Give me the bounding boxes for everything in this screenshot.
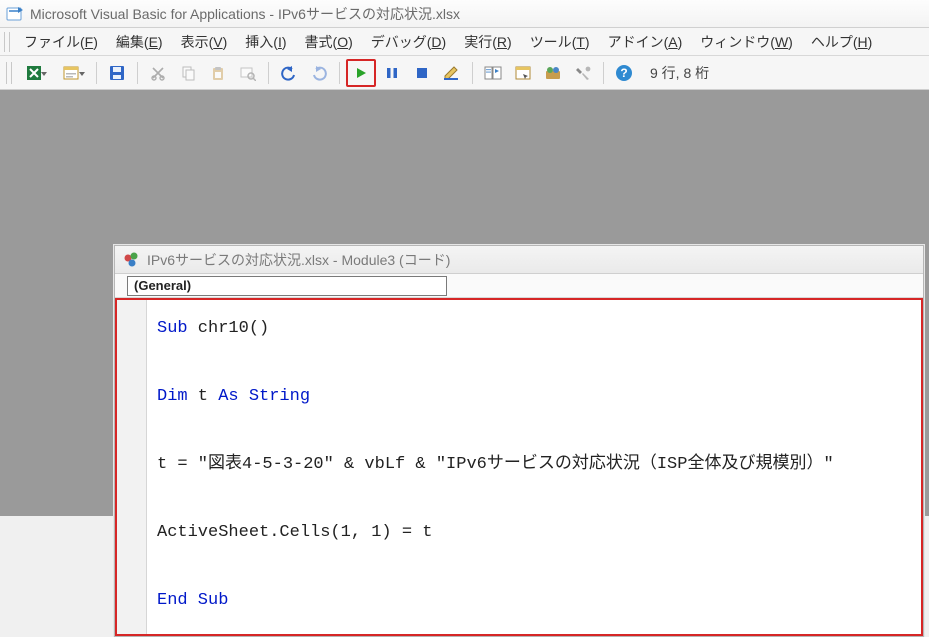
toolbox-button[interactable] (569, 60, 597, 86)
code-editor[interactable]: Sub chr10() Dim t As String t = "図表4-5-3… (115, 298, 923, 636)
paste-button[interactable] (204, 60, 232, 86)
reset-button[interactable] (408, 60, 436, 86)
title-bar: Microsoft Visual Basic for Applications … (0, 0, 929, 28)
project-explorer-button[interactable] (479, 60, 507, 86)
menu-bar: ファイル(F) 編集(E) 表示(V) 挿入(I) 書式(O) デバッグ(D) … (0, 28, 929, 56)
mdi-area: IPv6サービスの対応状況.xlsx - Module3 (コード) (Gene… (0, 90, 929, 516)
object-browser-button[interactable] (539, 60, 567, 86)
properties-window-button[interactable] (509, 60, 537, 86)
menu-debug[interactable]: デバッグ(D) (363, 28, 454, 56)
cursor-position: 9 行, 8 桁 (650, 63, 709, 83)
toolbar-separator (268, 62, 269, 84)
code-window-titlebar[interactable]: IPv6サービスの対応状況.xlsx - Module3 (コード) (115, 246, 923, 274)
design-mode-button[interactable] (438, 60, 466, 86)
view-excel-button[interactable] (16, 60, 52, 86)
menu-help[interactable]: ヘルプ(H) (803, 28, 880, 56)
undo-button[interactable] (275, 60, 303, 86)
menu-view[interactable]: 表示(V) (173, 28, 236, 56)
menu-file[interactable]: ファイル(F) (16, 28, 106, 56)
toolbar-separator (96, 62, 97, 84)
run-button[interactable] (346, 59, 376, 87)
toolbar: ? 9 行, 8 桁 (0, 56, 929, 90)
code-object-bar: (General) (115, 274, 923, 298)
menu-tools[interactable]: ツール(T) (522, 28, 598, 56)
copy-button[interactable] (174, 60, 202, 86)
toolbar-separator (603, 62, 604, 84)
menu-addins[interactable]: アドイン(A) (600, 28, 691, 56)
break-button[interactable] (378, 60, 406, 86)
object-combo-value: (General) (134, 278, 191, 293)
menu-edit[interactable]: 編集(E) (108, 28, 171, 56)
menu-window[interactable]: ウィンドウ(W) (692, 28, 801, 56)
toolbar-separator (137, 62, 138, 84)
save-button[interactable] (103, 60, 131, 86)
code-text[interactable]: Sub chr10() Dim t As String t = "図表4-5-3… (117, 300, 921, 634)
find-button[interactable] (234, 60, 262, 86)
code-margin (117, 300, 147, 634)
redo-button[interactable] (305, 60, 333, 86)
app-icon (6, 5, 24, 23)
cut-button[interactable] (144, 60, 172, 86)
toolbar-separator (472, 62, 473, 84)
menu-run[interactable]: 実行(R) (456, 28, 519, 56)
menu-format[interactable]: 書式(O) (297, 28, 361, 56)
toolbar-grip[interactable] (6, 62, 12, 84)
menu-insert[interactable]: 挿入(I) (237, 28, 294, 56)
menubar-grip[interactable] (4, 32, 10, 52)
window-title: Microsoft Visual Basic for Applications … (30, 4, 460, 24)
toolbar-separator (339, 62, 340, 84)
help-button[interactable]: ? (610, 60, 638, 86)
svg-text:?: ? (620, 66, 627, 80)
object-combo[interactable]: (General) (127, 276, 447, 296)
code-window: IPv6サービスの対応状況.xlsx - Module3 (コード) (Gene… (114, 245, 924, 637)
code-window-title: IPv6サービスの対応状況.xlsx - Module3 (コード) (147, 250, 450, 270)
insert-module-button[interactable] (54, 60, 90, 86)
module-icon (123, 251, 141, 269)
